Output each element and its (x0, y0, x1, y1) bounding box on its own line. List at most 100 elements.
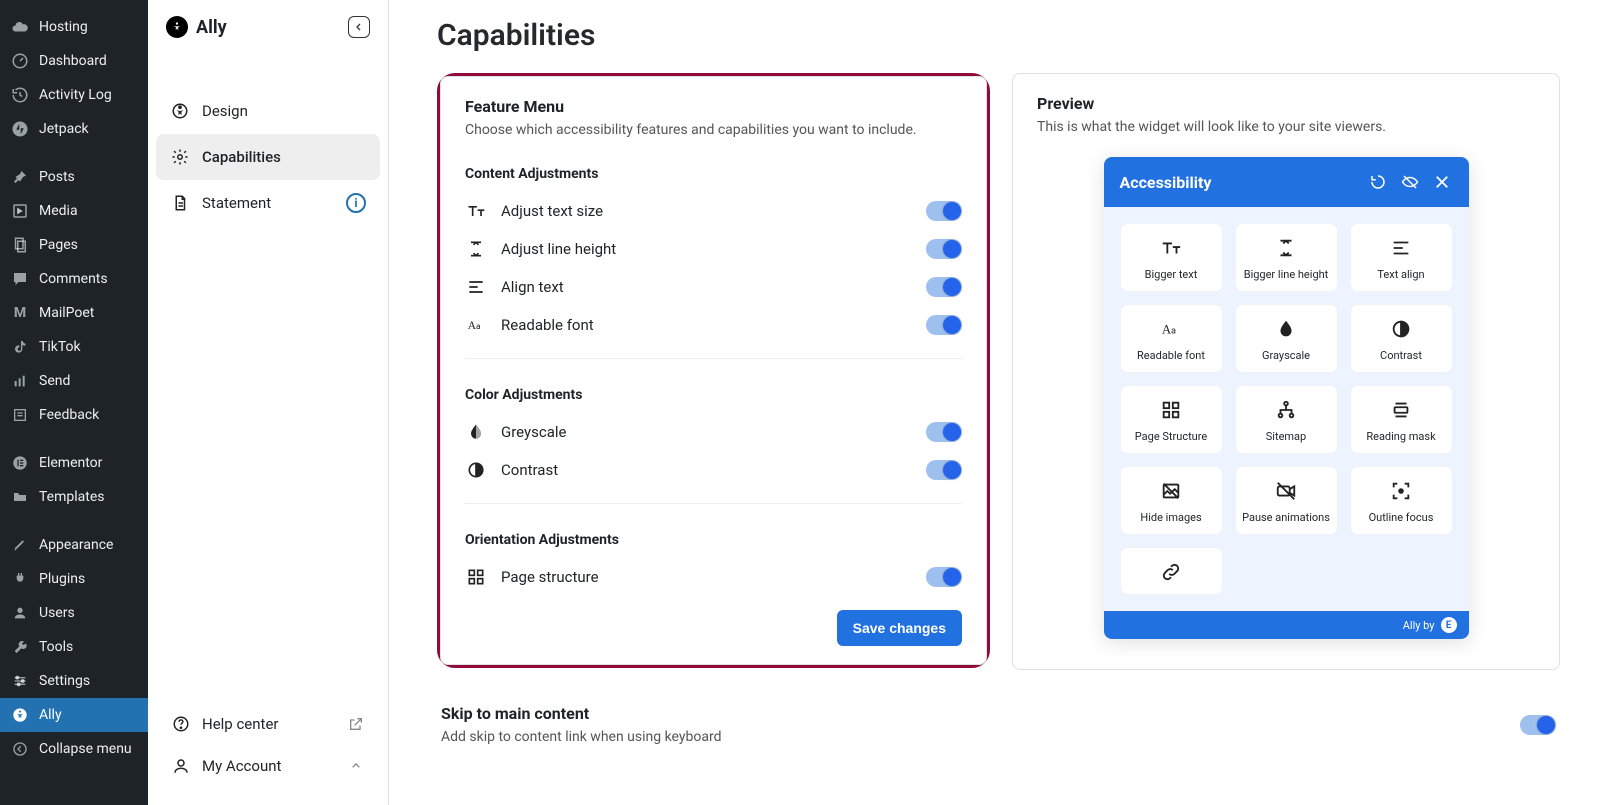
toggle-readable[interactable] (926, 315, 962, 335)
close-icon[interactable] (1431, 171, 1453, 193)
sidebar-item-appearance[interactable]: Appearance (0, 528, 148, 562)
sidebar-item-tiktok[interactable]: TikTok (0, 330, 148, 364)
chart-icon (10, 371, 30, 391)
tile-label: Hide images (1140, 511, 1201, 524)
tile-bigger-line[interactable]: Bigger line height (1235, 223, 1338, 292)
tile-grayscale[interactable]: Grayscale (1235, 304, 1338, 373)
tile-readable[interactable]: AaReadable font (1120, 304, 1223, 373)
tile-label: Text align (1377, 268, 1424, 281)
sidebar-item-users[interactable]: Users (0, 596, 148, 630)
ally-brand: Ally (196, 17, 227, 38)
contrast-icon (1389, 317, 1413, 341)
sidebar-item-comments[interactable]: Comments (0, 262, 148, 296)
tile-outline-focus[interactable]: Outline focus (1350, 466, 1453, 535)
tile-contrast[interactable]: Contrast (1350, 304, 1453, 373)
tiktok-icon (10, 337, 30, 357)
mask-icon (1389, 398, 1413, 422)
main: Capabilities Feature Menu Choose which a… (389, 0, 1600, 805)
mailpoet-icon: M (10, 303, 30, 323)
sidebar-item-templates[interactable]: Templates (0, 480, 148, 514)
tile-label: Page Structure (1135, 430, 1207, 443)
feature-menu-desc: Choose which accessibility features and … (465, 122, 962, 138)
toggle-align[interactable] (926, 277, 962, 297)
sidebar-label: Send (39, 373, 70, 389)
elementor-badge-icon: E (1441, 617, 1457, 633)
reset-icon[interactable] (1367, 171, 1389, 193)
media-icon (10, 201, 30, 221)
svg-text:a: a (476, 322, 481, 332)
chevron-up-icon (348, 758, 364, 774)
tile-page-structure[interactable]: Page Structure (1120, 385, 1223, 454)
nav-statement[interactable]: Statementi (156, 180, 380, 226)
sidebar-item-hosting[interactable]: Hosting (0, 10, 148, 44)
toggle-line-height[interactable] (926, 239, 962, 259)
sidebar-item-ally[interactable]: Ally (0, 698, 148, 732)
my-account-link[interactable]: My Account (162, 745, 374, 787)
help-center-link[interactable]: Help center (162, 703, 374, 745)
sidebar-item-posts[interactable]: Posts (0, 160, 148, 194)
widget-title: Accessibility (1120, 173, 1357, 192)
save-button[interactable]: Save changes (837, 610, 962, 646)
sidebar-label: Ally (39, 707, 62, 723)
tile-bigger-text[interactable]: Bigger text (1120, 223, 1223, 292)
sidebar-item-jetpack[interactable]: Jetpack (0, 112, 148, 146)
ally-logo-icon (166, 16, 188, 38)
tile-sitemap[interactable]: Sitemap (1235, 385, 1338, 454)
widget-footer: Ally byE (1104, 611, 1469, 639)
nav-design[interactable]: Design (156, 88, 380, 134)
sitemap-icon (1274, 398, 1298, 422)
feature-label: Contrast (501, 461, 558, 479)
sidebar-item-collapse[interactable]: Collapse menu (0, 732, 148, 766)
toggle-contrast[interactable] (926, 460, 962, 480)
sidebar-label: Feedback (39, 407, 99, 423)
foot-label: My Account (202, 757, 281, 775)
tile-pause-animations[interactable]: Pause animations (1235, 466, 1338, 535)
collapse-panel-button[interactable] (348, 16, 370, 38)
toggle-text-size[interactable] (926, 201, 962, 221)
tile-text-align[interactable]: Text align (1350, 223, 1453, 292)
sidebar-item-feedback[interactable]: Feedback (0, 398, 148, 432)
toggle-greyscale[interactable] (926, 422, 962, 442)
sidebar-item-pages[interactable]: Pages (0, 228, 148, 262)
nav-capabilities[interactable]: Capabilities (156, 134, 380, 180)
tile-reading-mask[interactable]: Reading mask (1350, 385, 1453, 454)
tile-hide-images[interactable]: Hide images (1120, 466, 1223, 535)
sidebar-item-plugins[interactable]: Plugins (0, 562, 148, 596)
form-icon (10, 405, 30, 425)
sidebar-item-media[interactable]: Media (0, 194, 148, 228)
toggle-structure[interactable] (926, 567, 962, 587)
help-icon (172, 715, 190, 733)
eye-off-icon[interactable] (1399, 171, 1421, 193)
align-icon (1389, 236, 1413, 260)
toggle-skip-content[interactable] (1520, 715, 1556, 735)
sidebar-item-elementor[interactable]: Elementor (0, 446, 148, 480)
info-icon[interactable]: i (346, 193, 366, 213)
sidebar-item-tools[interactable]: Tools (0, 630, 148, 664)
feature-label: Align text (501, 278, 564, 296)
sidebar-label: Comments (39, 271, 108, 287)
account-icon (172, 757, 190, 775)
group-orientation-adjustments: Orientation Adjustments (465, 532, 962, 548)
sidebar-label: Activity Log (39, 87, 112, 103)
droplet-icon (465, 421, 487, 443)
tile-more[interactable] (1120, 547, 1223, 595)
document-icon (170, 193, 190, 213)
elementor-icon (10, 453, 30, 473)
sidebar-item-activity-log[interactable]: Activity Log (0, 78, 148, 112)
wp-admin-sidebar: Hosting Dashboard Activity Log Jetpack P… (0, 0, 148, 805)
text-size-icon (1159, 236, 1183, 260)
sidebar-label: Jetpack (39, 121, 89, 137)
sidebar-item-send[interactable]: Send (0, 364, 148, 398)
contrast-icon (465, 459, 487, 481)
user-icon (10, 603, 30, 623)
skip-desc: Add skip to content link when using keyb… (441, 729, 721, 745)
sidebar-item-dashboard[interactable]: Dashboard (0, 44, 148, 78)
video-off-icon (1274, 479, 1298, 503)
sidebar-item-mailpoet[interactable]: MMailPoet (0, 296, 148, 330)
feature-label: Page structure (501, 568, 599, 586)
text-size-icon (465, 200, 487, 222)
sidebar-item-settings[interactable]: Settings (0, 664, 148, 698)
sidebar-label: Appearance (39, 537, 113, 553)
sidebar-label: Plugins (39, 571, 85, 587)
nav-label: Capabilities (202, 148, 281, 166)
